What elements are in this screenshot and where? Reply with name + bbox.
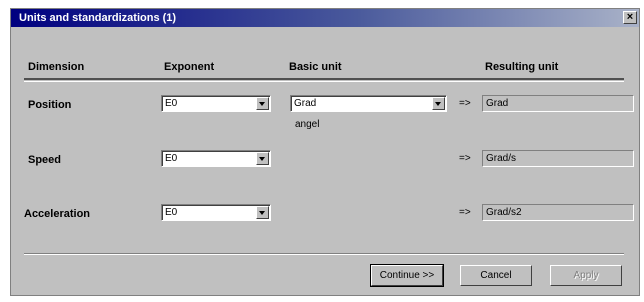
close-icon[interactable]: × bbox=[623, 11, 637, 24]
acceleration-exponent-value: E0 bbox=[165, 207, 178, 218]
column-header-resulting-unit: Resulting unit bbox=[485, 61, 559, 73]
acceleration-result-field: Grad/s2 bbox=[482, 204, 634, 221]
position-label: Position bbox=[28, 99, 72, 111]
column-header-exponent: Exponent bbox=[164, 61, 215, 73]
apply-button[interactable]: Apply bbox=[550, 265, 622, 286]
header-divider-highlight bbox=[24, 81, 624, 82]
units-dialog: Units and standardizations (1) × Dimensi… bbox=[10, 8, 640, 296]
chevron-down-icon[interactable] bbox=[256, 97, 269, 110]
footer-divider-highlight bbox=[24, 254, 624, 255]
acceleration-exponent-select[interactable]: E0 bbox=[161, 204, 271, 221]
position-basic-unit-note: angel bbox=[295, 119, 320, 130]
speed-result-field: Grad/s bbox=[482, 150, 634, 167]
acceleration-arrow: => bbox=[459, 207, 471, 218]
acceleration-result-value: Grad/s2 bbox=[486, 207, 522, 218]
acceleration-label: Acceleration bbox=[24, 208, 91, 220]
position-result-field: Grad bbox=[482, 95, 634, 112]
chevron-down-icon[interactable] bbox=[432, 97, 445, 110]
speed-exponent-value: E0 bbox=[165, 153, 178, 164]
dialog-title: Units and standardizations (1) bbox=[19, 12, 177, 24]
column-header-basic-unit: Basic unit bbox=[289, 61, 342, 73]
position-exponent-value: E0 bbox=[165, 98, 178, 109]
speed-result-value: Grad/s bbox=[486, 153, 517, 164]
position-basic-unit-value: Grad bbox=[294, 98, 317, 109]
continue-button[interactable]: Continue >> bbox=[370, 264, 444, 287]
chevron-down-icon[interactable] bbox=[256, 152, 269, 165]
position-basic-unit-select[interactable]: Grad bbox=[290, 95, 447, 112]
header-divider bbox=[24, 78, 624, 80]
column-header-dimension: Dimension bbox=[28, 61, 85, 73]
position-result-value: Grad bbox=[486, 98, 509, 109]
speed-label: Speed bbox=[28, 154, 62, 166]
speed-arrow: => bbox=[459, 153, 471, 164]
speed-exponent-select[interactable]: E0 bbox=[161, 150, 271, 167]
position-arrow: => bbox=[459, 98, 471, 109]
position-exponent-select[interactable]: E0 bbox=[161, 95, 271, 112]
cancel-button[interactable]: Cancel bbox=[460, 265, 532, 286]
dialog-title-bar[interactable]: Units and standardizations (1) × bbox=[11, 9, 639, 27]
chevron-down-icon[interactable] bbox=[256, 206, 269, 219]
